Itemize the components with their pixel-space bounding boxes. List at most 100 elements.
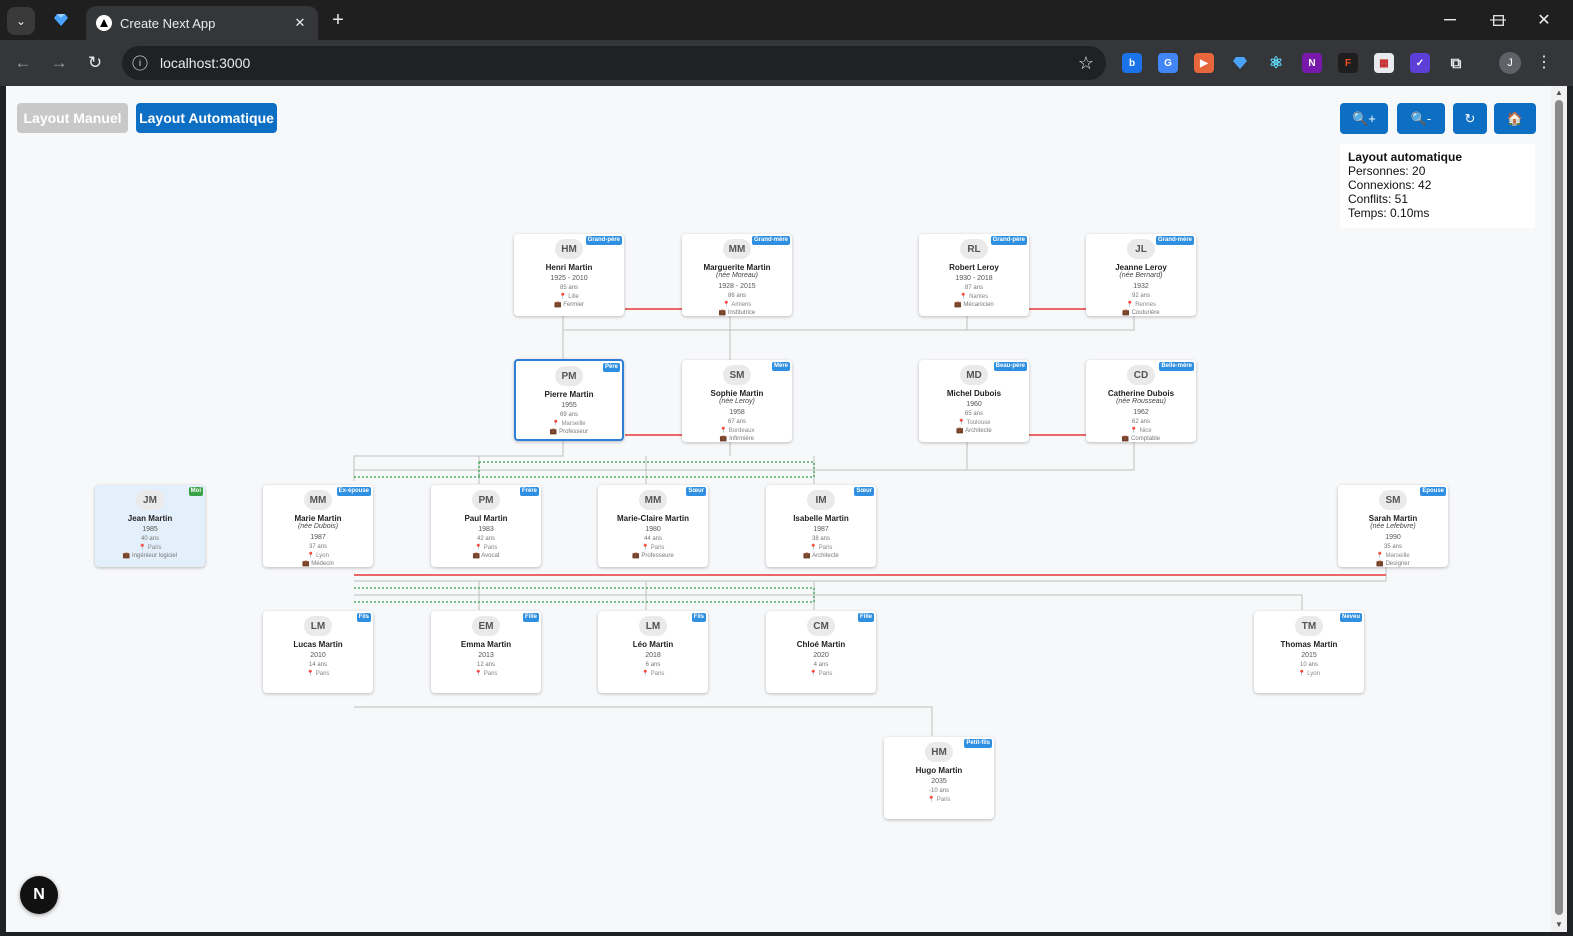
- place-text: Lyon: [316, 553, 329, 559]
- extension-icon-9[interactable]: ✓: [1410, 53, 1430, 73]
- age: 14 ans: [308, 662, 327, 668]
- briefcase-icon: 💼: [1122, 310, 1132, 316]
- birthplace: 📍 Nice: [1086, 427, 1196, 435]
- location-pin-icon: 📍: [719, 428, 729, 434]
- location-pin-icon: 📍: [927, 797, 937, 803]
- stats-connections: Connexions: 42: [1348, 178, 1432, 192]
- job-text: Fermier: [563, 302, 584, 308]
- reload-icon[interactable]: ↻: [82, 50, 108, 76]
- react-devtools-icon[interactable]: ⚛: [1266, 53, 1286, 73]
- bookmark-star-icon[interactable]: ☆: [1078, 53, 1094, 74]
- person-card-lucas[interactable]: Fils LM Lucas Martin 2010 14 ans 📍 Paris: [263, 611, 373, 693]
- nextjs-dev-indicator[interactable]: N: [20, 876, 58, 914]
- person-card-jeanne[interactable]: Grand-mère JL Jeanne Leroy (née Bernard) 193…: [1086, 234, 1196, 316]
- briefcase-icon: 💼: [956, 428, 966, 434]
- person-name: Marie Martin: [294, 514, 342, 523]
- birthplace: 📍 Paris: [598, 544, 708, 552]
- zoom-out-button[interactable]: 🔍-: [1397, 103, 1445, 134]
- life-dates: 1960: [966, 401, 982, 408]
- age: 4 ans: [813, 662, 829, 668]
- person-card-paul[interactable]: Frère PM Paul Martin 1983 42 ans 📍 Paris 💼 Avo…: [431, 485, 541, 567]
- gem-extension-icon[interactable]: [1230, 53, 1250, 73]
- person-card-henri[interactable]: Grand-père HM Henri Martin 1925 - 2010 85 an…: [514, 234, 624, 316]
- close-window-icon[interactable]: ✕: [1524, 6, 1564, 34]
- life-dates: 1962: [1133, 409, 1149, 416]
- job-text: Architecte: [965, 428, 992, 434]
- figma-extension-icon[interactable]: F: [1338, 53, 1358, 73]
- minimize-icon[interactable]: [1430, 6, 1470, 34]
- avatar: CM: [807, 616, 835, 636]
- location-pin-icon: 📍: [474, 671, 484, 677]
- birthplace: 📍 Bordeaux: [682, 427, 792, 435]
- avatar: CD: [1127, 365, 1155, 385]
- browser-menu-icon[interactable]: ⋮: [1536, 52, 1552, 72]
- person-card-jean[interactable]: Moi JM Jean Martin 1985 40 ans 📍 Paris 💼 Ingén…: [95, 485, 205, 567]
- job-text: Mécanicien: [963, 302, 994, 308]
- person-card-marieclaire[interactable]: Sœur MM Marie-Claire Martin 1980 44 ans 📍 Par…: [598, 485, 708, 567]
- layout-auto-button[interactable]: Layout Automatique: [136, 103, 277, 133]
- life-dates: 2035: [931, 778, 947, 785]
- occupation: 💼 Professeur: [516, 428, 622, 436]
- person-card-robert[interactable]: Grand-père RL Robert Leroy 1930 - 2018 87 an…: [919, 234, 1029, 316]
- home-button[interactable]: 🏠: [1494, 103, 1536, 134]
- zoom-in-button[interactable]: 🔍+: [1340, 103, 1388, 134]
- person-card-chloe[interactable]: Fille CM Chloé Martin 2020 4 ans 📍 Paris: [766, 611, 876, 693]
- person-name: Thomas Martin: [1280, 640, 1338, 649]
- vertical-scrollbar[interactable]: ▲ ▼: [1551, 86, 1567, 932]
- address-bar[interactable]: i localhost:3000 ☆: [122, 46, 1106, 80]
- occupation: 💼 Ingénieur logiciel: [95, 552, 205, 560]
- person-card-sophie[interactable]: Mère SM Sophie Martin (née Leroy) 1958 67 ans…: [682, 360, 792, 442]
- scroll-up-arrow-icon[interactable]: ▲: [1554, 88, 1564, 97]
- location-pin-icon: 📍: [1376, 553, 1386, 559]
- life-dates: 1928 - 2015: [718, 283, 756, 290]
- maximize-icon[interactable]: [1478, 6, 1518, 34]
- site-info-icon[interactable]: i: [132, 55, 148, 71]
- tab-active[interactable]: Create Next App ✕: [86, 6, 318, 40]
- person-name: Lucas Martin: [293, 640, 343, 649]
- person-card-marie[interactable]: Ex-épouse MM Marie Martin (née Dubois) 1987 3…: [263, 485, 373, 567]
- briefcase-icon: 💼: [122, 553, 133, 559]
- person-card-sarah[interactable]: Épouse SM Sarah Martin (née Lefebvre) 1990 35…: [1338, 485, 1448, 567]
- avatar: MM: [639, 490, 667, 510]
- avatar: SM: [1379, 490, 1407, 510]
- person-card-isabelle[interactable]: Sœur IM Isabelle Martin 1987 38 ans 📍 Paris 💼 …: [766, 485, 876, 567]
- layout-manual-button[interactable]: Layout Manuel: [17, 103, 128, 133]
- person-card-catherine[interactable]: Belle-mère CD Catherine Dubois (née Roussea…: [1086, 360, 1196, 442]
- person-card-pierre[interactable]: Père PM Pierre Martin 1955 69 ans 📍 Marseille…: [514, 359, 624, 441]
- reset-button[interactable]: ↻: [1453, 103, 1487, 134]
- scroll-down-arrow-icon[interactable]: ▼: [1554, 920, 1564, 929]
- location-pin-icon: 📍: [552, 421, 562, 427]
- maiden-name: (née Lefebvre): [1370, 523, 1416, 530]
- extension-icon-3[interactable]: ▶: [1194, 53, 1214, 73]
- back-arrow-icon[interactable]: ←: [10, 50, 36, 76]
- translate-extension-icon[interactable]: G: [1158, 53, 1178, 73]
- calendar-extension-icon[interactable]: ▦: [1374, 53, 1394, 73]
- person-card-thomas[interactable]: Neveu TM Thomas Martin 2015 10 ans 📍 Lyon: [1254, 611, 1364, 693]
- person-card-michel[interactable]: Beau-père MD Michel Dubois 1960 65 ans 📍 Toul…: [919, 360, 1029, 442]
- scrollbar-thumb[interactable]: [1555, 100, 1563, 915]
- occupation: 💼 Avocat: [431, 552, 541, 560]
- avatar: PM: [555, 366, 583, 386]
- tab-search-button[interactable]: ⌄: [7, 7, 35, 35]
- stats-title: Layout automatique: [1348, 150, 1463, 164]
- relation-badge: Ex-épouse: [336, 487, 371, 496]
- person-card-hugo[interactable]: Petit-fils HM Hugo Martin 2035 -10 ans 📍 Pari…: [884, 737, 994, 819]
- new-tab-button[interactable]: +: [326, 8, 350, 32]
- maiden-name: (née Bernard): [1119, 272, 1163, 279]
- onenote-extension-icon[interactable]: N: [1302, 53, 1322, 73]
- birthplace: 📍 Lyon: [1254, 670, 1364, 678]
- extension-icon-1[interactable]: b: [1122, 53, 1142, 73]
- profile-avatar[interactable]: J: [1499, 52, 1521, 74]
- url-text[interactable]: localhost:3000: [160, 55, 1078, 71]
- extensions-puzzle-icon[interactable]: ⧉: [1446, 53, 1466, 73]
- tab-close-icon[interactable]: ✕: [292, 15, 308, 31]
- person-card-emma[interactable]: Fille EM Emma Martin 2013 12 ans 📍 Paris: [431, 611, 541, 693]
- forward-arrow-icon[interactable]: →: [46, 50, 72, 76]
- person-card-marguerite[interactable]: Grand-mère MM Marguerite Martin (née Moreau…: [682, 234, 792, 316]
- pinned-tab[interactable]: [50, 9, 72, 31]
- location-pin-icon: 📍: [1130, 428, 1140, 434]
- job-text: Ingénieur logiciel: [132, 553, 178, 559]
- person-card-leo[interactable]: Fils LM Léo Martin 2018 6 ans 📍 Paris: [598, 611, 708, 693]
- age: 65 ans: [964, 411, 983, 417]
- avatar: RL: [960, 239, 988, 259]
